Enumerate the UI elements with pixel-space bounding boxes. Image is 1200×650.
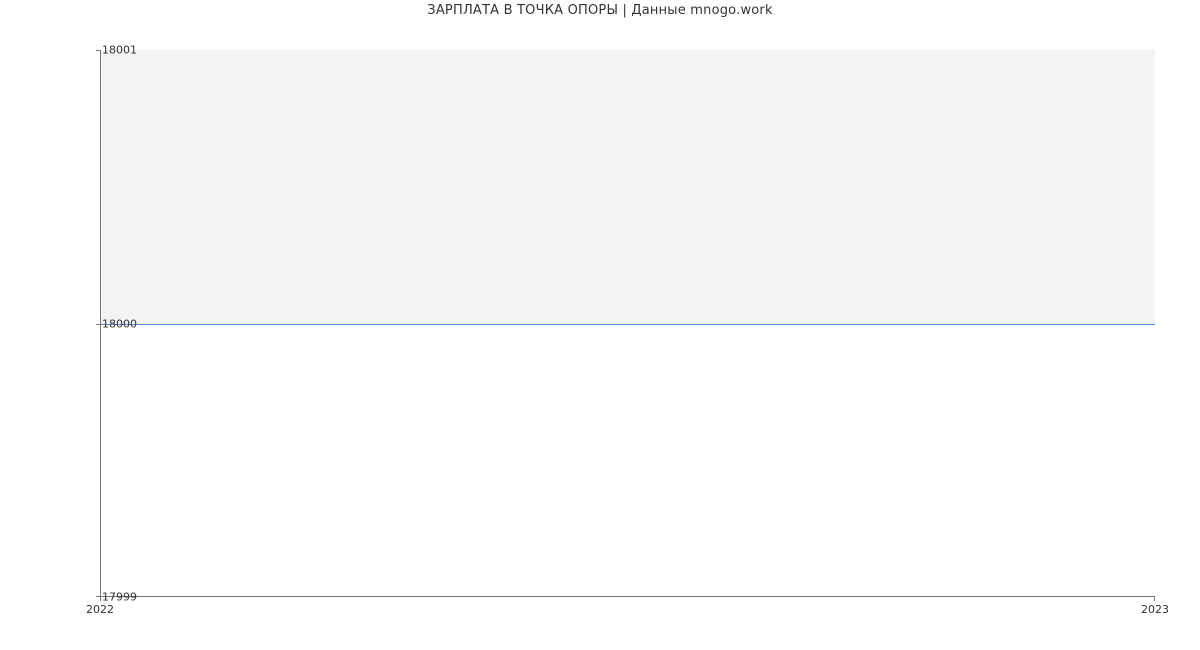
plot-bg-lower — [100, 324, 1155, 598]
x-tick — [1154, 597, 1155, 601]
x-axis-spine — [100, 596, 1155, 597]
y-tick-label: 18001 — [87, 44, 137, 57]
chart-title: ЗАРПЛАТА В ТОЧКА ОПОРЫ | Данные mnogo.wo… — [0, 3, 1200, 18]
x-tick-label: 2022 — [86, 603, 114, 616]
y-tick-label: 18000 — [87, 317, 137, 330]
chart-container: ЗАРПЛАТА В ТОЧКА ОПОРЫ | Данные mnogo.wo… — [0, 0, 1200, 650]
plot-area — [100, 50, 1155, 597]
y-tick-label: 17999 — [87, 591, 137, 604]
plot-background — [100, 50, 1155, 597]
plot-bg-upper — [100, 50, 1155, 324]
x-tick-label: 2023 — [1141, 603, 1169, 616]
series-line — [100, 324, 1155, 325]
